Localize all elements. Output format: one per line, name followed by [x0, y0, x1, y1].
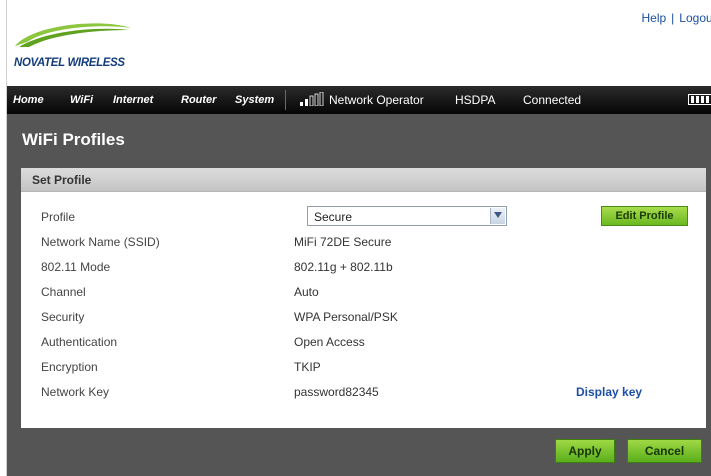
- network-operator: Network Operator: [329, 93, 424, 107]
- nav-item-wifi[interactable]: WiFi: [70, 94, 93, 106]
- signal-strength-icon: [300, 92, 324, 106]
- nav-bar: Home WiFi Internet Router System Network…: [7, 86, 711, 114]
- channel-label: Channel: [41, 285, 86, 299]
- set-profile-panel: Set Profile Profile Secure Edit Profile …: [21, 168, 706, 428]
- connection-status: Connected: [523, 93, 582, 107]
- mode-label: 802.11 Mode: [41, 260, 111, 274]
- ssid-label: Network Name (SSID): [41, 235, 160, 249]
- profile-select-value: Secure: [314, 210, 353, 224]
- channel-value: Auto: [294, 285, 319, 299]
- authentication-value: Open Access: [294, 335, 365, 349]
- nav-item-router[interactable]: Router: [181, 94, 216, 106]
- cancel-button[interactable]: Cancel: [627, 439, 702, 463]
- top-links: Help | Logout: [641, 11, 711, 25]
- security-value: WPA Personal/PSK: [294, 310, 398, 324]
- logout-link[interactable]: Logout: [679, 11, 711, 25]
- logo-swoosh-icon: [15, 23, 131, 47]
- panel-header: Set Profile: [21, 168, 706, 192]
- battery-icon: [688, 94, 711, 105]
- nav-item-home[interactable]: Home: [13, 94, 44, 106]
- logo-text: NOVATEL WIRELESS: [14, 55, 125, 69]
- ssid-value: MiFi 72DE Secure: [294, 235, 392, 249]
- nav-item-system[interactable]: System: [235, 94, 274, 106]
- page-title: WiFi Profiles: [22, 130, 125, 149]
- network-key-label: Network Key: [41, 385, 110, 399]
- help-link[interactable]: Help: [641, 11, 666, 25]
- network-key-value: password82345: [294, 385, 379, 399]
- main-content: WiFi Profiles Set Profile Profile Secure…: [7, 114, 711, 476]
- security-label: Security: [41, 310, 85, 324]
- apply-button[interactable]: Apply: [555, 439, 615, 463]
- profile-label: Profile: [41, 210, 76, 224]
- nav-divider: [285, 90, 286, 110]
- edit-profile-button[interactable]: Edit Profile: [601, 206, 688, 226]
- brand-logo: NOVATEL WIRELESS: [13, 20, 183, 76]
- link-separator: |: [671, 11, 675, 25]
- authentication-label: Authentication: [41, 335, 118, 349]
- display-key-link[interactable]: Display key: [576, 385, 642, 399]
- encryption-value: TKIP: [294, 360, 321, 374]
- nav-item-internet[interactable]: Internet: [113, 94, 153, 106]
- mode-value: 802.11g + 802.11b: [294, 260, 393, 274]
- encryption-label: Encryption: [41, 360, 98, 374]
- panel-title: Set Profile: [32, 173, 92, 187]
- chevron-down-icon[interactable]: [490, 208, 505, 224]
- app-window: NOVATEL WIRELESS Help | Logout Home WiFi I…: [6, 0, 711, 476]
- header: NOVATEL WIRELESS Help | Logout: [7, 0, 711, 80]
- network-type: HSDPA: [455, 93, 496, 107]
- profile-select[interactable]: Secure: [307, 206, 507, 226]
